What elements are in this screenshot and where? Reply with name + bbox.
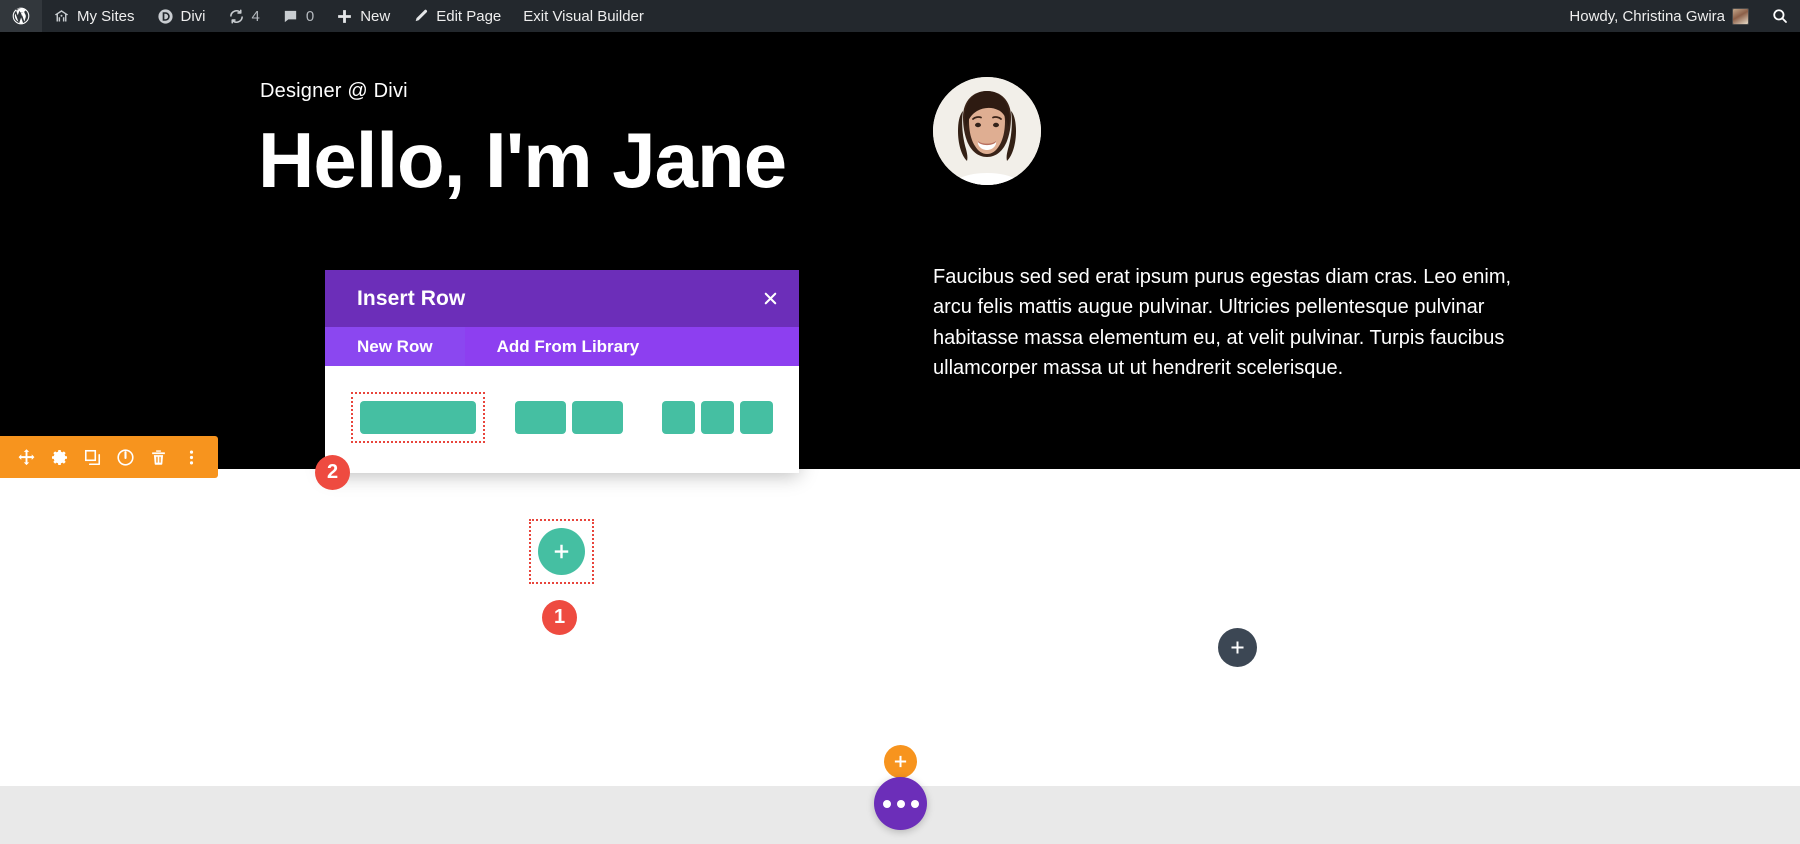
admin-bar-right-group: Howdy, Christina Gwira (1558, 0, 1800, 32)
ellipsis-icon (882, 799, 891, 808)
admin-bar-label-new: New (360, 7, 391, 25)
add-section-button[interactable] (884, 745, 917, 778)
step-badge-2: 2 (315, 455, 350, 490)
ellipsis-icon (896, 799, 905, 808)
howdy-label: Howdy, Christina Gwira (1569, 7, 1725, 25)
admin-bar-label-my-sites: My Sites (77, 7, 135, 25)
wp-admin-bar: My Sites Divi 4 0 New Edit Page Exit Vis… (0, 0, 1800, 32)
admin-bar-search-button[interactable] (1760, 0, 1800, 32)
search-icon (1771, 7, 1789, 25)
column-preview (572, 401, 623, 434)
hero-eyebrow: Designer @ Divi (260, 80, 408, 102)
close-icon (764, 292, 777, 305)
gear-icon (51, 449, 68, 465)
modal-body (325, 366, 799, 473)
admin-bar-item-comments[interactable]: 0 (271, 0, 325, 32)
admin-bar-item-new[interactable]: New (325, 0, 401, 32)
hero-section[interactable]: Designer @ Divi Hello, I'm Jane Faucibus… (0, 32, 1800, 469)
pencil-icon (412, 8, 429, 25)
profile-photo-icon (933, 77, 1041, 185)
plus-icon (1231, 641, 1244, 654)
admin-bar-account-menu[interactable]: Howdy, Christina Gwira (1558, 0, 1760, 32)
two-column-layout-option[interactable] (506, 392, 632, 443)
step-badge-1: 1 (542, 600, 577, 635)
comments-count: 0 (305, 7, 315, 25)
plus-icon (554, 544, 569, 559)
modal-header: Insert Row (325, 270, 799, 327)
hero-body-text: Faucibus sed sed erat ipsum purus egesta… (933, 266, 1512, 380)
ellipsis-icon (910, 799, 919, 808)
admin-bar-item-divi[interactable]: Divi (146, 0, 217, 32)
move-section-button[interactable] (10, 436, 43, 478)
modal-tabs: New Row Add From Library (325, 327, 799, 366)
delete-section-button[interactable] (142, 436, 175, 478)
three-column-layout-option[interactable] (653, 392, 782, 443)
visual-builder-canvas: Designer @ Divi Hello, I'm Jane Faucibus… (0, 32, 1800, 844)
plus-icon (336, 8, 353, 25)
column-preview (360, 401, 476, 434)
move-icon (18, 448, 35, 465)
wordpress-logo-icon (11, 6, 31, 26)
wp-logo-button[interactable] (0, 0, 42, 32)
one-column-layout-option[interactable] (351, 392, 485, 443)
column-preview (515, 401, 566, 434)
admin-bar-item-my-sites[interactable]: My Sites (42, 0, 146, 32)
admin-bar-item-updates[interactable]: 4 (217, 0, 271, 32)
modal-title: Insert Row (357, 286, 466, 310)
tab-new-row[interactable]: New Row (325, 327, 465, 366)
admin-bar-item-edit-page[interactable]: Edit Page (401, 0, 512, 32)
insert-row-modal[interactable]: Insert Row New Row Add From Library (325, 270, 799, 473)
admin-bar-label-divi: Divi (180, 7, 206, 25)
section-settings-button[interactable] (43, 436, 76, 478)
column-preview (662, 401, 695, 434)
white-section[interactable] (0, 469, 1800, 786)
add-row-highlight (529, 519, 594, 584)
section-toolbar[interactable] (0, 436, 218, 478)
tab-add-from-library[interactable]: Add From Library (465, 327, 672, 366)
admin-bar-item-exit-visual-builder[interactable]: Exit Visual Builder (512, 0, 655, 32)
updates-count: 4 (251, 7, 260, 25)
avatar (1732, 7, 1749, 25)
tab-new-row-label: New Row (357, 336, 433, 356)
column-preview (740, 401, 773, 434)
tab-add-from-library-label: Add From Library (496, 336, 640, 356)
section-more-button[interactable] (175, 436, 208, 478)
profile-photo (933, 77, 1041, 185)
multisite-icon (53, 8, 70, 25)
updates-icon (228, 8, 245, 25)
builder-menu-button[interactable] (874, 777, 927, 830)
power-icon (117, 448, 134, 466)
add-row-button[interactable] (538, 528, 585, 575)
plus-icon (894, 755, 907, 768)
page-title: Hello, I'm Jane (258, 116, 787, 204)
trash-icon (152, 449, 165, 465)
close-button[interactable] (742, 270, 799, 327)
comments-icon (282, 8, 299, 25)
divi-logo-icon (157, 8, 174, 25)
duplicate-icon (84, 449, 101, 465)
duplicate-section-button[interactable] (76, 436, 109, 478)
disable-section-button[interactable] (109, 436, 142, 478)
admin-bar-label-edit-page: Edit Page (436, 7, 502, 25)
kebab-icon (189, 450, 194, 464)
admin-bar-label-exit-visual-builder: Exit Visual Builder (523, 7, 644, 25)
column-preview (701, 401, 734, 434)
add-module-button[interactable] (1218, 628, 1257, 667)
admin-bar-left-group: My Sites Divi 4 0 New Edit Page Exit Vis… (0, 0, 655, 32)
